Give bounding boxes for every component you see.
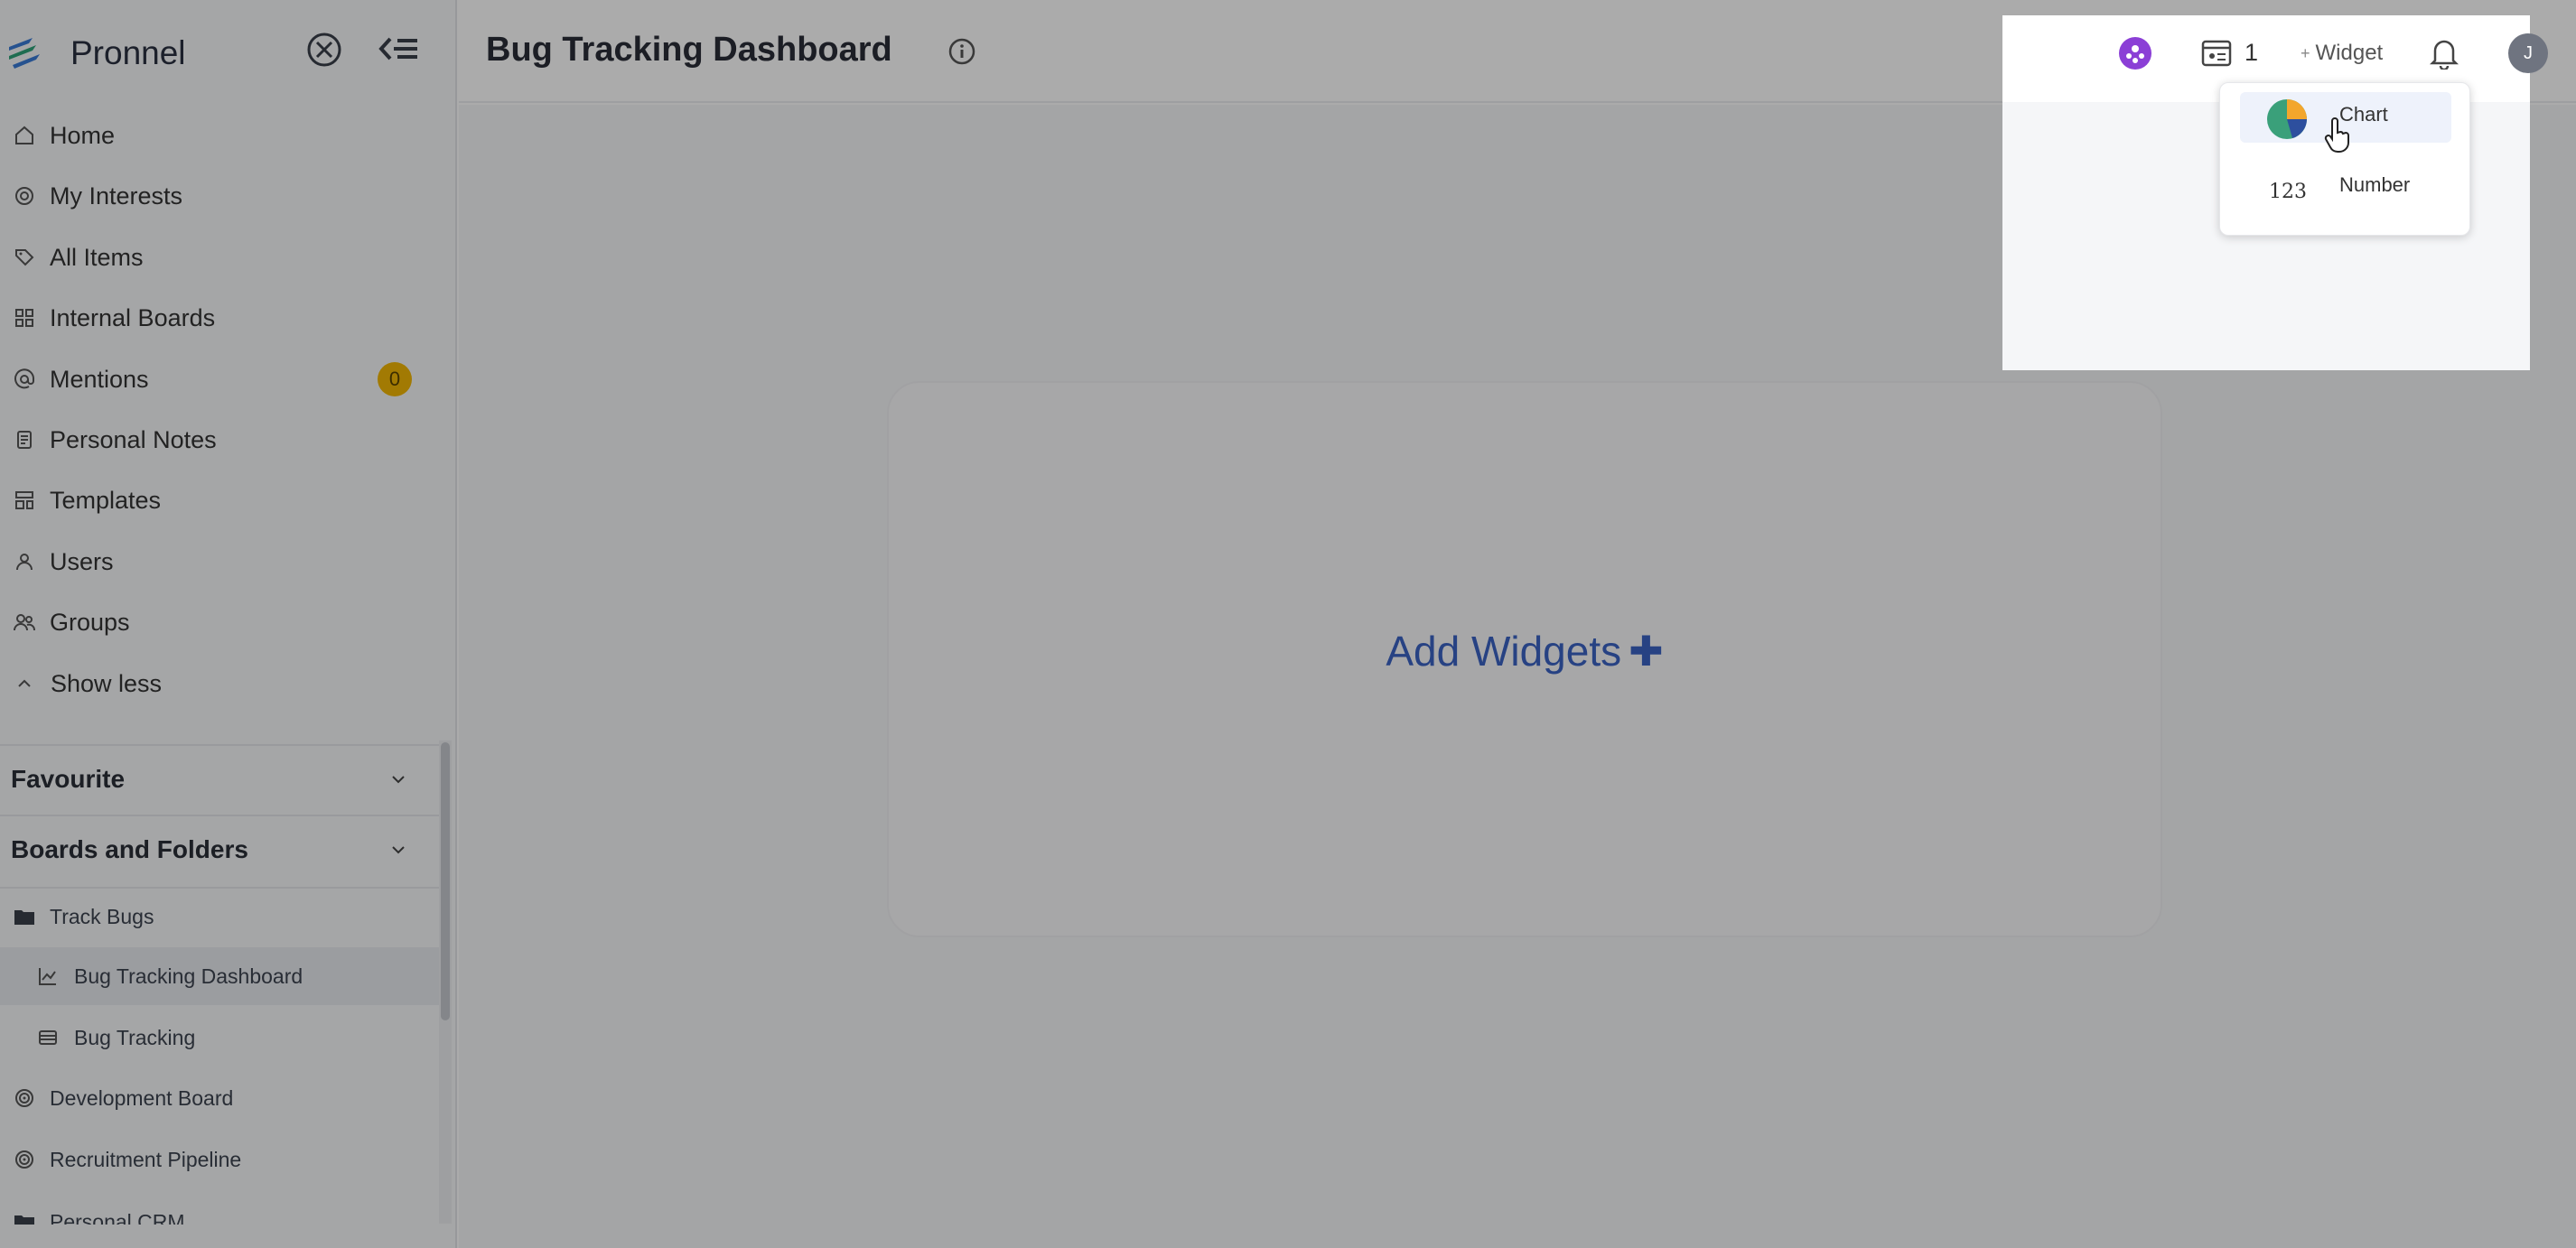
widget-option-label: Number: [2339, 173, 2411, 196]
avatar-initial: J: [2524, 42, 2533, 63]
user-avatar[interactable]: J: [2508, 33, 2548, 73]
number-icon: 123: [2269, 181, 2307, 203]
viewer-count: 1: [2245, 39, 2259, 66]
add-widget-button[interactable]: + Widget: [2301, 35, 2383, 71]
widget-type-dropdown: Chart 123 Number: [2219, 82, 2470, 236]
board-viewers-icon[interactable]: [2199, 37, 2234, 70]
bell-icon[interactable]: [2427, 35, 2461, 71]
pie-chart-icon: [2267, 99, 2307, 139]
widget-option-number[interactable]: 123 Number: [2240, 163, 2451, 213]
add-widget-label: Widget: [2315, 41, 2384, 65]
app-root: Pronnel Home My Interests All Items Inte…: [0, 0, 2576, 1248]
plus-icon: +: [2301, 43, 2310, 62]
team-logo-icon[interactable]: [2117, 35, 2153, 71]
highlighted-toolbar-region: 1 + Widget J Chart 123 Number: [2002, 15, 2548, 370]
hand-cursor-icon: [2324, 117, 2349, 153]
